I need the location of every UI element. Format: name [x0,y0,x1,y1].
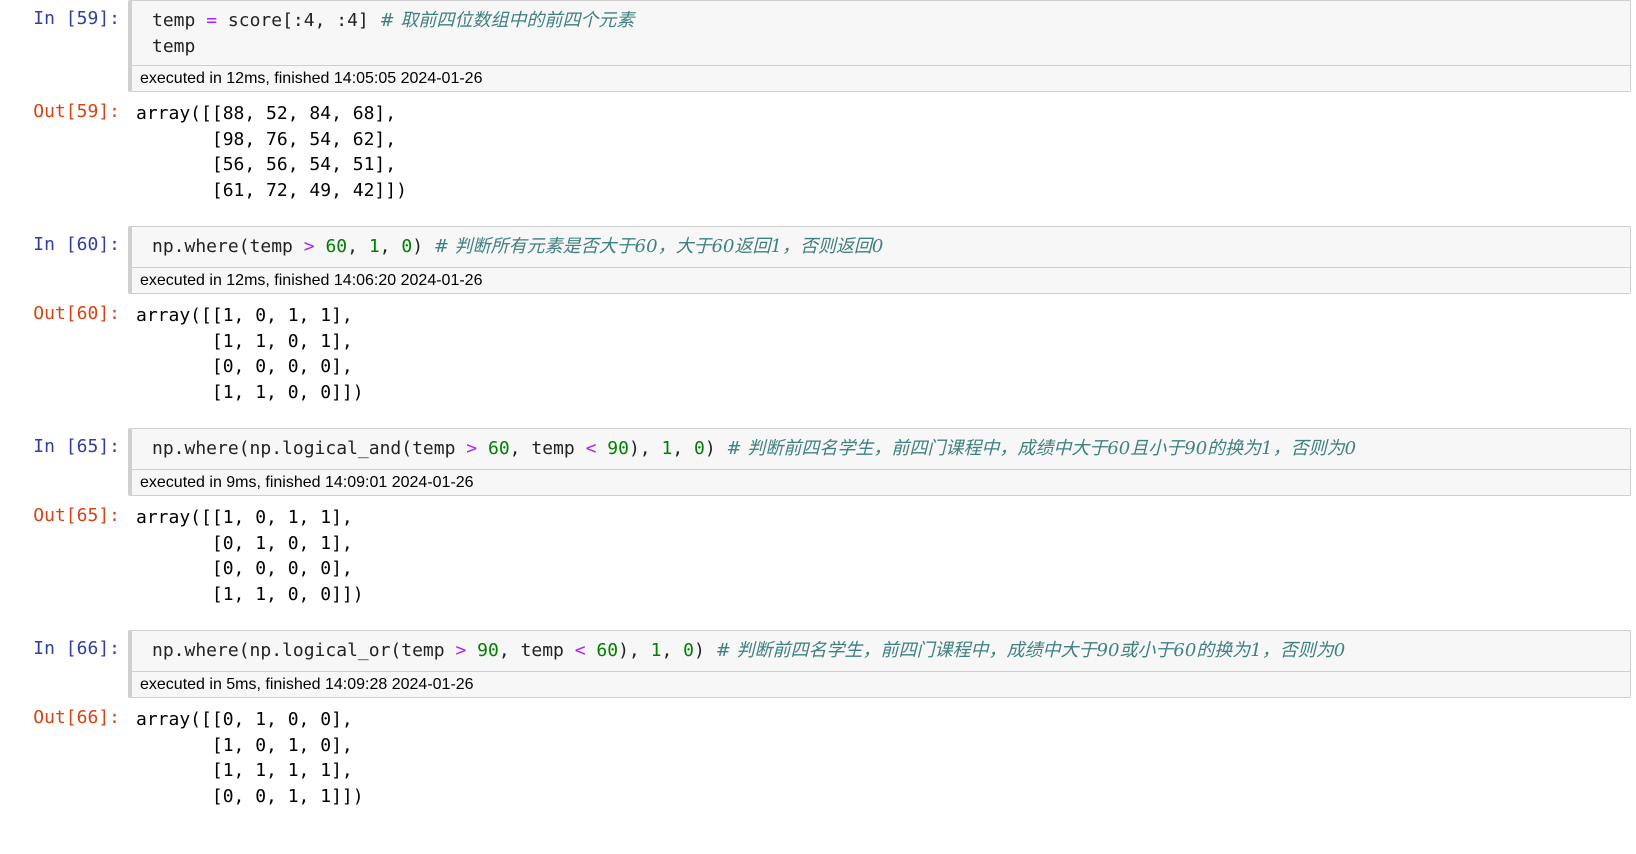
code-number: 60 [487,438,510,459]
output-text: array([[1, 0, 1, 1], [0, 1, 0, 1], [0, 0… [136,507,364,605]
output-prompt: Out[59]: [33,101,120,122]
code-comment: # 判断前四名学生，前四门课程中，成绩中大于90或小于60的换为1，否则为0 [715,640,1346,661]
code-operator: < [574,640,586,661]
output-prompt: Out[65]: [33,505,120,526]
code-input-area[interactable]: temp = score[:4, :4] # 取前四位数组中的前四个元素 tem… [128,0,1631,92]
code-token: ) [412,236,424,257]
code-input-area[interactable]: np.where(np.logical_and(temp > 60, temp … [128,428,1631,496]
output-text: array([[0, 1, 0, 0], [1, 0, 1, 0], [1, 1… [136,709,364,807]
output-prompt: Out[66]: [33,707,120,728]
code-token: temp [412,438,456,459]
code-comment: # 判断所有元素是否大于60，大于60返回1，否则返回0 [433,236,884,257]
code-comment: # 取前四位数组中的前四个元素 [379,10,635,31]
code-token: temp [401,640,445,661]
code-text[interactable]: np.where(np.logical_and(temp > 60, temp … [152,436,1356,462]
code-token: temp [520,640,564,661]
code-number: 1 [661,438,673,459]
code-token: temp [152,10,196,31]
input-prompt: In [65]: [33,436,120,457]
code-operator: = [206,10,218,31]
code-number: 1 [650,640,662,661]
code-number: 60 [596,640,619,661]
code-token: , [509,438,532,459]
code-number: 1 [368,236,380,257]
code-token: temp [249,236,293,257]
code-token: ) [694,640,705,661]
code-token: , [347,236,369,257]
input-prompt: In [59]: [33,8,120,29]
code-token: np.where(np.logical_or( [152,640,402,661]
code-token: ) [704,438,716,459]
code-comment: # 判断前四名学生，前四门课程中，成绩中大于60且小于90的换为1，否则为0 [726,438,1357,459]
code-text[interactable]: np.where(np.logical_or(temp > 90, temp <… [152,638,1345,664]
code-token: np.where(np.logical_and( [152,438,413,459]
code-number: 90 [607,438,629,459]
code-operator: > [466,438,478,459]
code-token: score[:4, :4] [227,10,369,31]
code-number: 0 [694,438,705,459]
code-text[interactable]: np.where(temp > 60, 1, 0) # 判断所有元素是否大于60… [152,234,883,260]
code-token: temp [531,438,575,459]
execution-time: executed in 12ms, finished 14:06:20 2024… [132,267,1630,293]
code-input-area[interactable]: np.where(np.logical_or(temp > 90, temp <… [128,630,1631,698]
output-text: array([[88, 52, 84, 68], [98, 76, 54, 62… [136,103,407,201]
code-token: ), [618,640,640,661]
code-operator: > [303,236,315,257]
code-token: np.where( [152,236,250,257]
code-number: 60 [325,236,348,257]
code-number: 90 [477,640,499,661]
input-prompt: In [60]: [33,234,120,255]
code-input-area[interactable]: np.where(temp > 60, 1, 0) # 判断所有元素是否大于60… [128,226,1631,294]
output-prompt: Out[60]: [33,303,120,324]
code-token: , [379,236,402,257]
input-prompt: In [66]: [33,638,120,659]
code-token: , [498,640,521,661]
code-operator: > [455,640,467,661]
output-text: array([[1, 0, 1, 1], [1, 1, 0, 1], [0, 0… [136,305,364,403]
execution-time: executed in 5ms, finished 14:09:28 2024-… [132,671,1630,697]
code-operator: < [585,438,597,459]
execution-time: executed in 9ms, finished 14:09:01 2024-… [132,469,1630,495]
code-token: temp [152,36,196,57]
code-number: 0 [683,640,694,661]
code-token: ), [628,438,651,459]
execution-time: executed in 12ms, finished 14:05:05 2024… [132,65,1630,91]
code-text[interactable]: temp = score[:4, :4] # 取前四位数组中的前四个元素 tem… [152,8,634,60]
code-number: 0 [401,236,413,257]
code-token: , [661,640,684,661]
code-token: , [672,438,694,459]
